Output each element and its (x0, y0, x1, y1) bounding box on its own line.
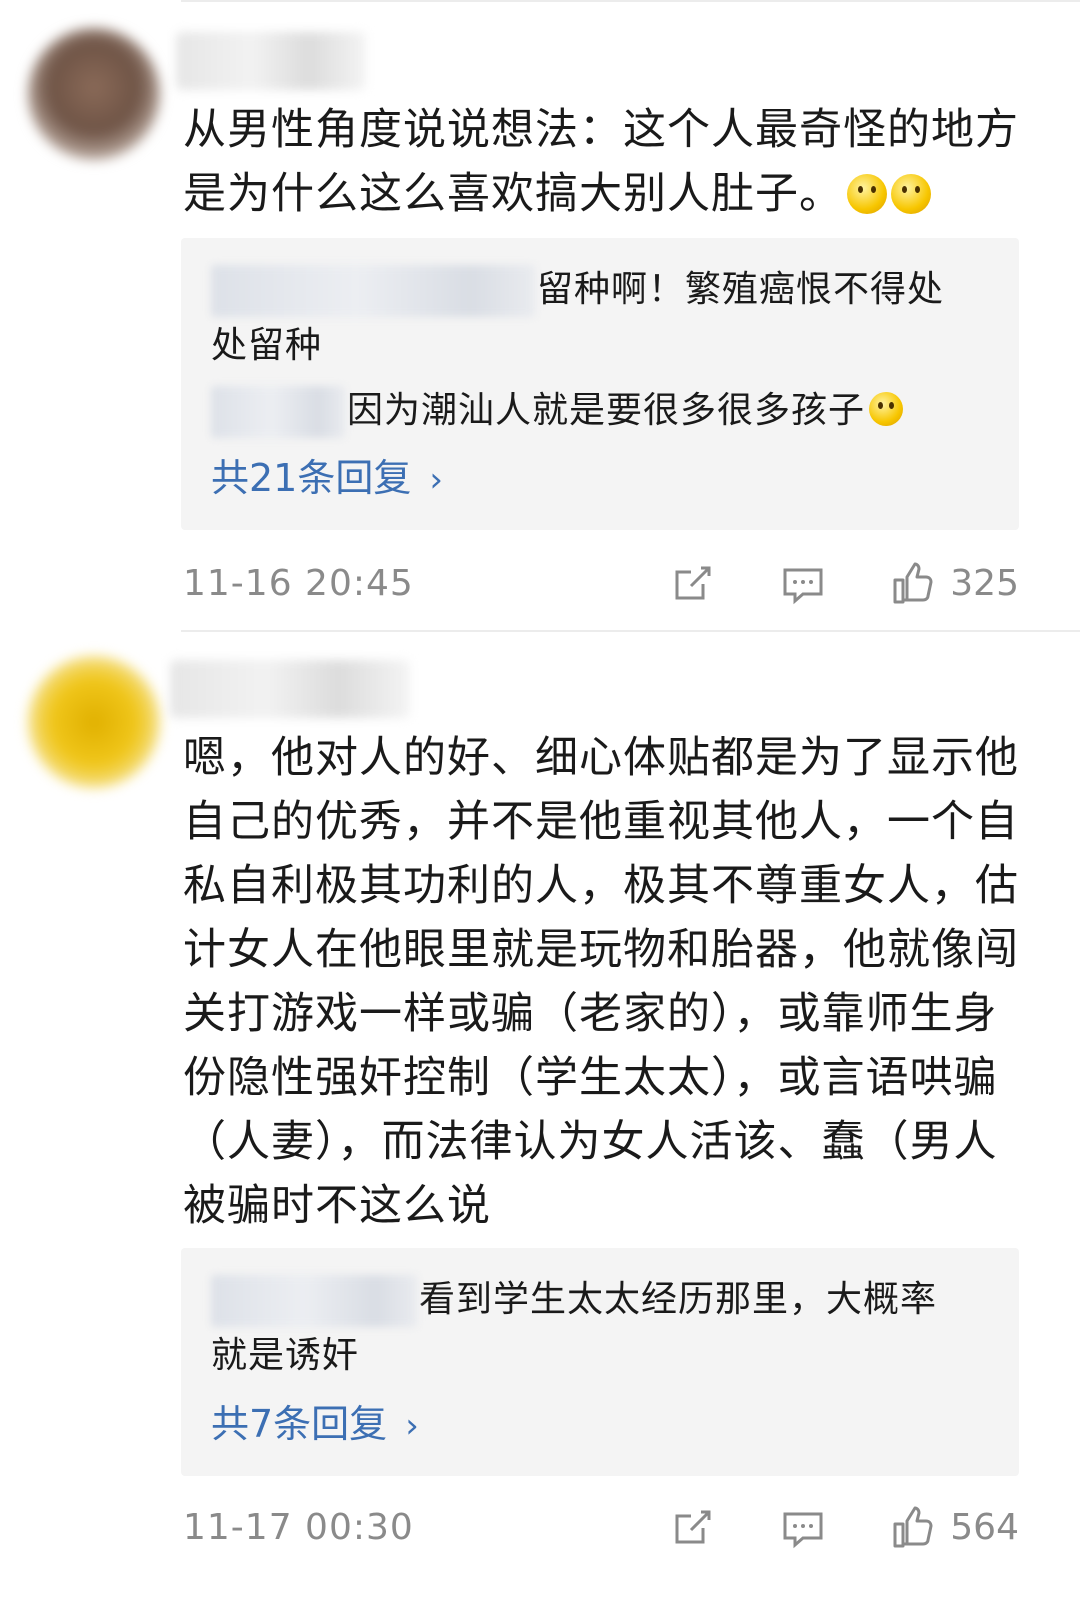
reply-box[interactable]: 看到学生太太经历那里，大概率就是诱奸 共7条回复 › (181, 1248, 1019, 1476)
comment-meta: 11-17 00:30 564 (183, 1500, 1019, 1556)
username-blurred[interactable] (170, 660, 410, 718)
reply-text: 因为潮汕人就是要很多很多孩子 (347, 390, 866, 431)
crying-laughing-emoji-icon (869, 392, 904, 426)
like-count: 325 (950, 563, 1019, 604)
comment-2: 嗯，他对人的好、细心体贴都是为了显示他自己的优秀，并不是他重视其他人，一个自私自… (0, 630, 1080, 1608)
more-replies-link[interactable]: 共7条回复 › (211, 1396, 419, 1454)
comment-text: 从男性角度说说想法：这个人最奇怪的地方是为什么这么喜欢搞大别人肚子。 (183, 105, 1019, 219)
chevron-right-icon: › (405, 1406, 419, 1446)
comment-icon[interactable] (781, 1506, 825, 1550)
reply-username-blurred[interactable] (211, 1275, 417, 1327)
comment-time: 11-16 20:45 (183, 563, 414, 604)
comment-1: 从男性角度说说想法：这个人最奇怪的地方是为什么这么喜欢搞大别人肚子。 留种啊！繁… (0, 0, 1080, 630)
thinking-emoji-icon (847, 174, 887, 214)
reply-item[interactable]: 留种啊！繁殖癌恨不得处处留种 (211, 262, 971, 374)
more-replies-link[interactable]: 共21条回复 › (211, 450, 443, 508)
comment-text: 嗯，他对人的好、细心体贴都是为了显示他自己的优秀，并不是他重视其他人，一个自私自… (183, 733, 1019, 1231)
comment-icon[interactable] (781, 562, 825, 606)
reply-username-blurred[interactable] (211, 386, 345, 438)
reply-username-blurred[interactable] (211, 265, 535, 317)
like-count: 564 (950, 1507, 1019, 1548)
comment-meta: 11-16 20:45 325 (183, 556, 1019, 612)
like-icon[interactable] (891, 1506, 935, 1550)
comment-time: 11-17 00:30 (183, 1507, 414, 1548)
share-icon[interactable] (671, 1506, 715, 1550)
reply-item[interactable]: 看到学生太太经历那里，大概率就是诱奸 (211, 1272, 971, 1384)
reply-box[interactable]: 留种啊！繁殖癌恨不得处处留种 因为潮汕人就是要很多很多孩子 共21条回复 › (181, 238, 1019, 530)
username-blurred[interactable] (176, 32, 366, 90)
avatar[interactable] (28, 28, 160, 160)
chevron-right-icon: › (429, 460, 443, 500)
share-icon[interactable] (671, 562, 715, 606)
reply-item[interactable]: 因为潮汕人就是要很多很多孩子 (211, 383, 971, 439)
surprised-question-emoji-icon (891, 174, 931, 214)
avatar[interactable] (28, 656, 160, 788)
like-icon[interactable] (891, 562, 935, 606)
